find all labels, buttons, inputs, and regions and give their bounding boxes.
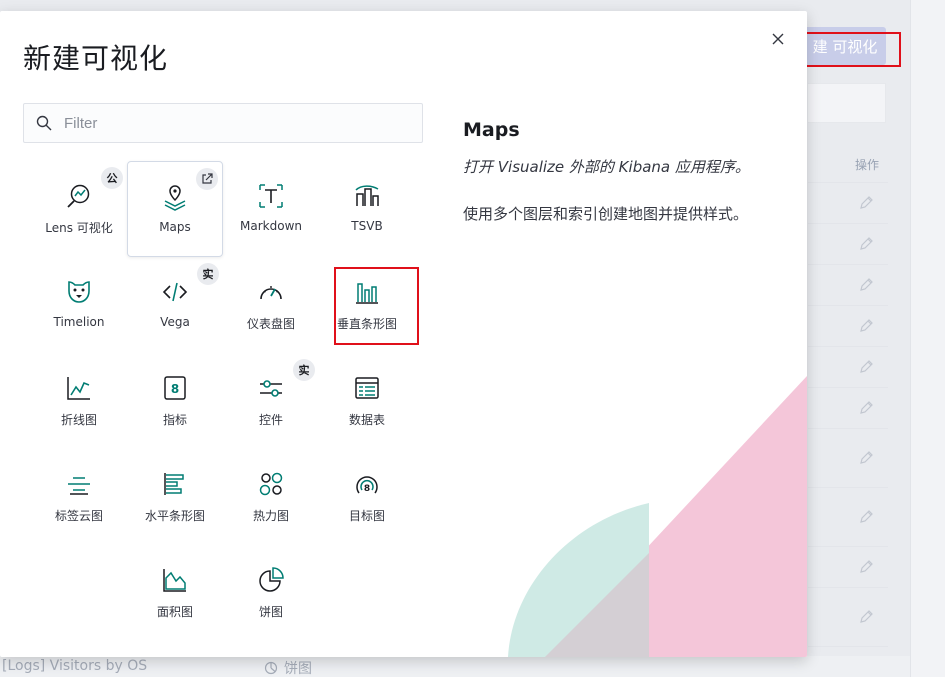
table-row-divider — [808, 387, 888, 388]
pencil-icon[interactable] — [858, 609, 874, 625]
pencil-icon[interactable] — [858, 236, 874, 252]
tile-goal[interactable]: 8 目标图 — [319, 449, 415, 545]
search-icon — [24, 104, 64, 142]
background-search-field[interactable] — [808, 83, 886, 123]
description-body: 使用多个图层和索引创建地图并提供样式。 — [463, 205, 749, 223]
tile-label: 折线图 — [60, 413, 97, 427]
tile-gauge[interactable]: 仪表盘图 — [223, 257, 319, 353]
tsvb-icon — [355, 185, 379, 206]
table-row-divider — [808, 428, 888, 429]
pie-chart-icon — [259, 567, 284, 592]
markdown-icon — [259, 184, 283, 208]
tile-label: 指标 — [162, 413, 187, 427]
table-row-divider — [808, 646, 888, 647]
tile-label: Markdown — [240, 219, 302, 233]
tile-label: 数据表 — [348, 413, 385, 427]
pencil-icon[interactable] — [858, 450, 874, 466]
close-icon — [772, 33, 784, 45]
line-chart-icon — [67, 377, 90, 400]
tile-label: TSVB — [351, 219, 383, 233]
tile-pie[interactable]: 饼图 — [223, 545, 319, 641]
description-subtitle: 打开 Visualize 外部的 Kibana 应用程序。 — [463, 158, 750, 176]
pencil-icon[interactable] — [858, 318, 874, 334]
data-table-icon — [355, 377, 379, 399]
tile-label: 控件 — [258, 413, 283, 427]
tile-horizontal-bar[interactable]: 水平条形图 — [127, 449, 223, 545]
tile-label: 热力图 — [252, 509, 289, 523]
tile-controls[interactable]: 实 控件 — [223, 353, 319, 449]
vega-icon — [162, 282, 188, 302]
svg-text:8: 8 — [364, 484, 370, 494]
tile-timelion[interactable]: Timelion — [31, 257, 127, 353]
tile-label: 水平条形图 — [144, 509, 205, 523]
tile-label: Timelion — [53, 315, 105, 329]
tile-vega[interactable]: 实 Vega — [127, 257, 223, 353]
tile-badge: 实 — [293, 359, 315, 381]
tile-badge: 公 — [101, 167, 123, 189]
pencil-icon[interactable] — [858, 195, 874, 211]
filter-field[interactable] — [23, 103, 423, 143]
lens-icon — [67, 184, 90, 208]
visualization-name-link[interactable]: [Logs] Visitors by OS — [2, 658, 147, 674]
tile-lens[interactable]: 公 Lens 可视化 — [31, 161, 127, 257]
pencil-icon[interactable] — [858, 277, 874, 293]
tile-label: Vega — [160, 315, 190, 329]
tile-line[interactable]: 折线图 — [31, 353, 127, 449]
svg-text:8: 8 — [171, 382, 179, 396]
visualization-type: 饼图 — [264, 658, 312, 677]
operations-column-header: 操作 — [855, 158, 880, 172]
tile-badge: 实 — [197, 263, 219, 285]
tile-data-table[interactable]: 数据表 — [319, 353, 415, 449]
highlight-box-create-button — [801, 32, 901, 67]
tile-tag-cloud[interactable]: 标签云图 — [31, 449, 127, 545]
description-title: Maps — [463, 119, 520, 141]
table-row-divider — [808, 264, 888, 265]
tile-label: 标签云图 — [54, 509, 103, 523]
pencil-icon[interactable] — [858, 400, 874, 416]
table-row-divider — [808, 346, 888, 347]
tile-label: Maps — [159, 220, 191, 234]
timelion-icon — [68, 281, 90, 303]
table-row-divider — [808, 587, 888, 588]
tile-tsvb[interactable]: TSVB — [319, 161, 415, 257]
visualization-type-label: 饼图 — [284, 661, 312, 677]
tile-label: 仪表盘图 — [246, 317, 295, 331]
heatmap-icon — [259, 472, 283, 496]
table-row-divider — [808, 223, 888, 224]
pencil-icon[interactable] — [858, 559, 874, 575]
tile-maps[interactable]: Maps — [127, 161, 223, 257]
tile-label: Lens 可视化 — [45, 221, 113, 235]
tile-label: 面积图 — [156, 605, 193, 619]
horizontal-bar-icon — [164, 473, 184, 495]
filter-input[interactable] — [64, 114, 404, 132]
table-row-divider — [808, 305, 888, 306]
tag-cloud-icon — [68, 477, 90, 495]
tile-area[interactable]: 面积图 — [127, 545, 223, 641]
metric-icon: 8 — [164, 376, 186, 400]
table-row-divider — [808, 487, 888, 488]
tile-label: 饼图 — [258, 605, 283, 619]
highlight-box-vertical-bar — [334, 267, 419, 345]
maps-icon — [164, 185, 186, 211]
close-button[interactable] — [768, 29, 788, 49]
tile-label: 目标图 — [348, 509, 385, 523]
goal-icon: 8 — [356, 476, 378, 494]
table-row-divider — [808, 182, 888, 183]
pie-chart-icon — [264, 661, 278, 675]
pencil-icon[interactable] — [858, 359, 874, 375]
background-scrollbar-area — [910, 0, 945, 677]
pencil-icon[interactable] — [858, 509, 874, 525]
gauge-icon — [260, 286, 282, 300]
tile-metric[interactable]: 8 指标 — [127, 353, 223, 449]
tile-markdown[interactable]: Markdown — [223, 161, 319, 257]
table-row-divider — [808, 546, 888, 547]
area-chart-icon — [163, 569, 186, 592]
modal-title: 新建可视化 — [23, 42, 169, 75]
external-link-icon — [196, 168, 218, 190]
tile-heatmap[interactable]: 热力图 — [223, 449, 319, 545]
controls-icon — [260, 380, 282, 397]
